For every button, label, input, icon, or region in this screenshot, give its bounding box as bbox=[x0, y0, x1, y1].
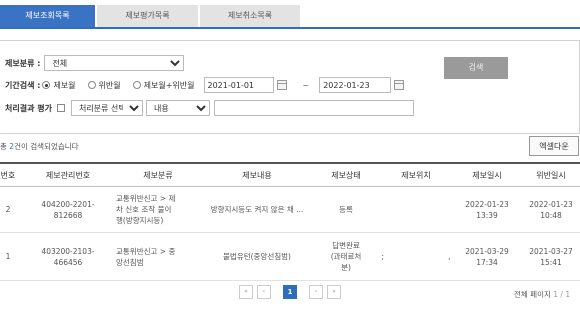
row-report-date: 2022-01-23 13:39 bbox=[454, 186, 520, 233]
calendar-icon[interactable] bbox=[276, 80, 287, 90]
date-separator: ~ bbox=[302, 80, 310, 90]
table-row[interactable]: 1 403200-2103- 466456 교통위반신고 > 중 앙선침범 불법유턴… bbox=[0, 232, 580, 281]
header-category: 제보분류 bbox=[116, 162, 200, 187]
search-panel: 제보분류 : 전체 기간검색 : 제보월 위반월 제보월+위반월 ~ 처리결과 … bbox=[0, 40, 580, 134]
tab-cancel-list[interactable]: 제보취소목록 bbox=[200, 5, 300, 27]
header-content: 제보내용 bbox=[200, 162, 314, 187]
tab-bar: 제보조회목록 제보평가목록 제보취소목록 bbox=[0, 5, 580, 29]
calendar-icon[interactable] bbox=[394, 80, 405, 90]
process-checkbox[interactable] bbox=[56, 104, 65, 112]
row-content-link[interactable]: 방향지시등도 켜지 않은 채 ... bbox=[200, 186, 314, 233]
radio-unchecked-icon bbox=[132, 81, 141, 89]
keyword-input[interactable] bbox=[213, 100, 414, 116]
tab-report-list[interactable]: 제보조회목록 bbox=[0, 5, 95, 27]
row-violation-date: 2022-01-23 10:48 bbox=[520, 186, 580, 233]
process-type-select[interactable]: 처리분류 선택 bbox=[70, 100, 143, 116]
radio-unchecked-icon bbox=[87, 81, 96, 89]
header-manage-no: 제보관리번호 bbox=[20, 162, 116, 187]
pagination: « ‹ 1 › » bbox=[239, 285, 341, 299]
tab-evaluation-list[interactable]: 제보평가목록 bbox=[97, 5, 198, 27]
category-label: 제보분류 : bbox=[5, 58, 41, 68]
page-1-button[interactable]: 1 bbox=[283, 285, 297, 299]
header-status: 제보상태 bbox=[314, 162, 378, 187]
header-report-date: 제보일시 bbox=[454, 162, 520, 187]
row-violation-date: 2021-03-27 15:41 bbox=[520, 232, 580, 281]
radio-violation-month[interactable]: 위반월 bbox=[87, 80, 121, 91]
report-table: 번호 제보관리번호 제보분류 제보내용 제보상태 제보위치 제보일시 위반일시 … bbox=[0, 162, 580, 281]
row-report-date: 2021-03-29 17:34 bbox=[454, 232, 520, 281]
page-info: 전체 페이지 1 / 1 bbox=[514, 290, 571, 299]
excel-download-button[interactable]: 엑셀다운 bbox=[529, 136, 579, 156]
row-no: 1 bbox=[0, 232, 20, 281]
row-status: 등록 bbox=[314, 186, 378, 233]
header-no: 번호 bbox=[0, 162, 20, 187]
row-content-link[interactable]: 불법유턴(중앙선침범) bbox=[200, 232, 314, 281]
header-location: 제보위치 bbox=[378, 162, 454, 187]
row-category: 교통위반신고 > 중 앙선침범 bbox=[116, 232, 200, 281]
content-type-select[interactable]: 내용 bbox=[145, 100, 210, 116]
row-manage-no: 404200-2201- 812668 bbox=[20, 186, 116, 233]
row-no: 2 bbox=[0, 186, 20, 233]
date-from-input[interactable] bbox=[203, 77, 274, 93]
date-to-input[interactable] bbox=[319, 77, 392, 93]
last-page-button[interactable]: » bbox=[327, 285, 341, 299]
row-location bbox=[378, 186, 454, 233]
table-header-row: 번호 제보관리번호 제보분류 제보내용 제보상태 제보위치 제보일시 위반일시 bbox=[0, 162, 580, 187]
row-manage-no: 403200-2103- 466456 bbox=[20, 232, 116, 281]
next-page-button[interactable]: › bbox=[309, 285, 323, 299]
radio-both-month[interactable]: 제보월+위반월 bbox=[132, 80, 195, 91]
radio-report-month[interactable]: 제보월 bbox=[42, 80, 76, 91]
row-status: 답변완료 (과태료처 분) bbox=[314, 232, 378, 281]
period-label: 기간검색 : bbox=[5, 80, 41, 90]
radio-checked-icon bbox=[42, 81, 51, 89]
result-count: 총 2건이 검색되었습니다 bbox=[0, 142, 79, 151]
category-select[interactable]: 전체 bbox=[44, 55, 185, 71]
search-button[interactable]: 검색 bbox=[444, 57, 508, 79]
header-violation-date: 위반일시 bbox=[520, 162, 580, 187]
row-location: ;, bbox=[378, 232, 454, 281]
first-page-button[interactable]: « bbox=[239, 285, 253, 299]
prev-page-button[interactable]: ‹ bbox=[257, 285, 271, 299]
row-category: 교통위반신고 > 제차 신호 조작 불이 행(방향지시등) bbox=[116, 186, 200, 233]
table-row[interactable]: 2 404200-2201- 812668 교통위반신고 > 제차 신호 조작 불… bbox=[0, 186, 580, 233]
process-label: 처리결과 평가 bbox=[5, 103, 52, 113]
